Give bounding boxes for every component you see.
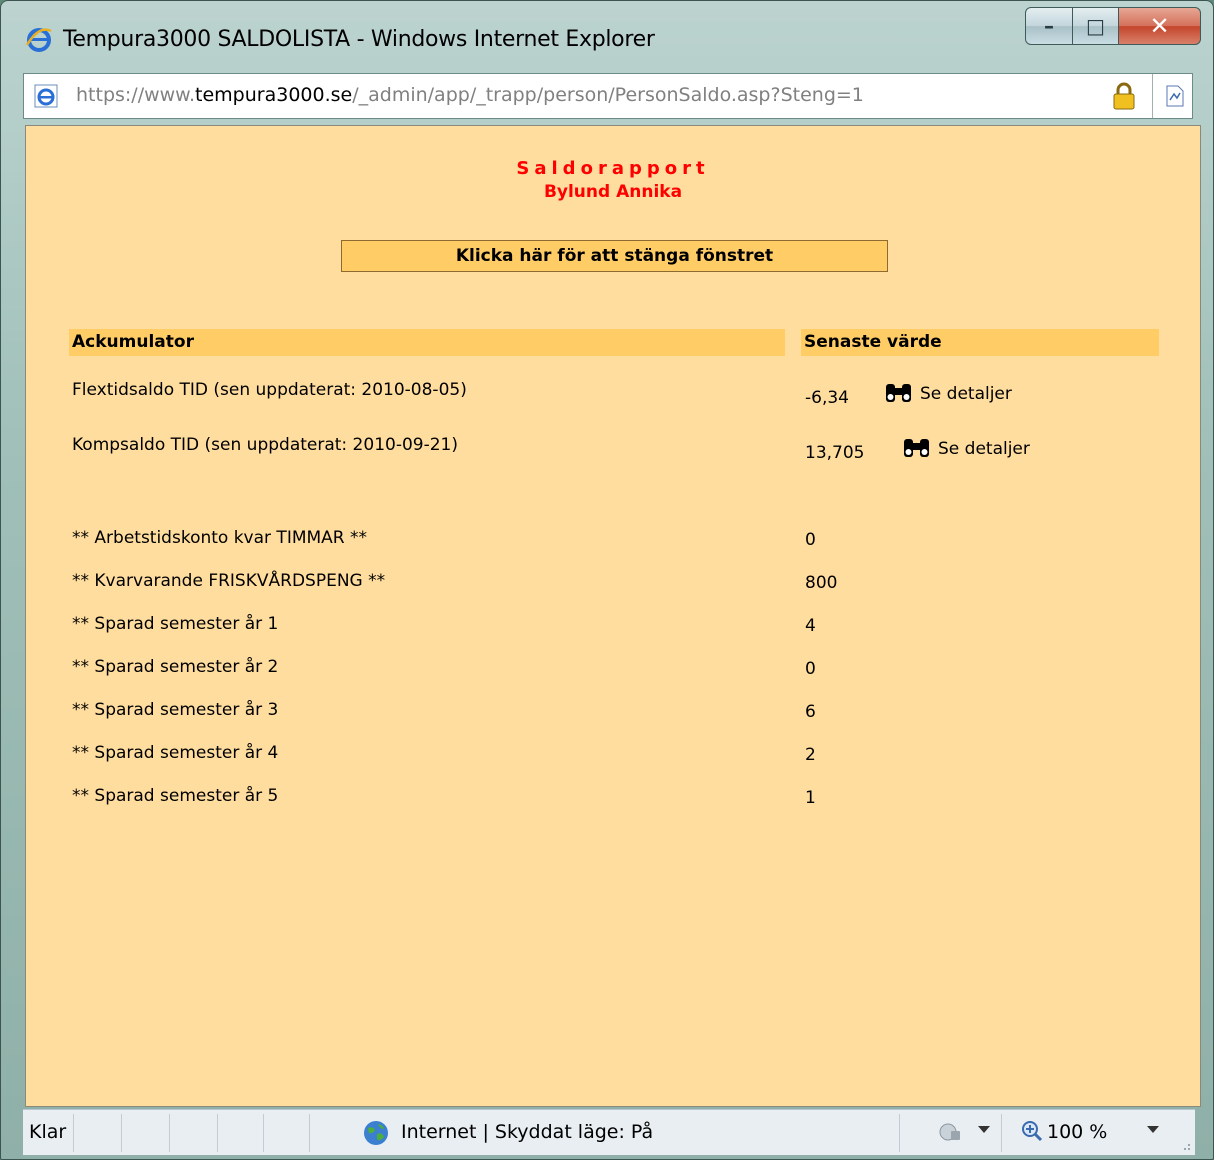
compatibility-view-icon[interactable] xyxy=(1164,84,1186,108)
row-value: 6 xyxy=(805,702,816,722)
url-text[interactable]: https://www.tempura3000.se/_admin/app/_t… xyxy=(76,84,864,106)
row-label: ** Sparad semester år 4 xyxy=(72,743,279,763)
title-bar: Tempura3000 SALDOLISTA - Windows Interne… xyxy=(1,1,1213,52)
binoculars-icon xyxy=(904,439,929,457)
row-value: 800 xyxy=(805,573,838,593)
row-value: 0 xyxy=(805,530,816,550)
ie-logo-icon xyxy=(25,28,52,52)
row-label: ** Sparad semester år 2 xyxy=(72,657,279,677)
details-link-kompsaldo[interactable]: Se detaljer xyxy=(902,437,1030,459)
security-zone-text[interactable]: Internet | Skyddat läge: På xyxy=(401,1121,653,1143)
row-label: ** Arbetstidskonto kvar TIMMAR ** xyxy=(72,528,368,548)
status-divider xyxy=(309,1114,310,1152)
row-label: ** Sparad semester år 1 xyxy=(72,614,279,634)
address-divider xyxy=(1152,74,1153,118)
status-bar: Klar Internet | Skyddat läge: På 100 % xyxy=(23,1109,1195,1155)
row-value: 0 xyxy=(805,659,816,679)
details-link-flextidsaldo[interactable]: Se detaljer xyxy=(884,382,1012,404)
status-divider xyxy=(1001,1114,1002,1152)
page-content: Saldorapport Bylund Annika Klicka här fö… xyxy=(25,125,1201,1107)
address-bar[interactable]: https://www.tempura3000.se/_admin/app/_t… xyxy=(23,73,1193,119)
maximize-icon: □ xyxy=(1086,14,1105,38)
close-icon: ✕ xyxy=(1149,12,1170,40)
status-divider xyxy=(899,1114,900,1152)
row-value: 1 xyxy=(805,788,816,808)
close-window-button[interactable]: ✕ xyxy=(1119,7,1201,45)
row-label-flextidsaldo: Flextidsaldo TID (sen uppdaterat: 2010-0… xyxy=(72,380,467,400)
minimize-icon: – xyxy=(1044,14,1054,38)
minimize-button[interactable]: – xyxy=(1025,7,1073,45)
status-divider xyxy=(217,1114,218,1152)
window-controls: – □ ✕ xyxy=(1025,7,1201,47)
row-label-kompsaldo: Kompsaldo TID (sen uppdaterat: 2010-09-2… xyxy=(72,435,458,455)
report-person-name: Bylund Annika xyxy=(543,182,683,202)
status-divider xyxy=(263,1114,264,1152)
row-label: ** Sparad semester år 3 xyxy=(72,700,279,720)
lock-icon[interactable] xyxy=(1111,82,1137,110)
window-title: Tempura3000 SALDOLISTA - Windows Interne… xyxy=(63,27,655,52)
details-link-text: Se detaljer xyxy=(938,439,1030,459)
resize-grip-icon[interactable] xyxy=(1179,1139,1191,1151)
row-label: ** Kvarvarande FRISKVÅRDSPENG ** xyxy=(72,571,386,591)
details-link-text: Se detaljer xyxy=(920,384,1012,404)
chevron-down-icon[interactable] xyxy=(978,1126,990,1133)
report-title: Saldorapport xyxy=(516,158,710,179)
close-window-link[interactable]: Klicka här för att stänga fönstret xyxy=(341,240,888,272)
browser-window: Tempura3000 SALDOLISTA - Windows Interne… xyxy=(0,0,1214,1160)
status-text: Klar xyxy=(29,1121,67,1143)
url-scheme: https://www. xyxy=(76,84,196,106)
site-settings-icon[interactable] xyxy=(938,1120,964,1144)
column-header-latest-value: Senaste värde xyxy=(801,329,1159,356)
column-header-accumulator: Ackumulator xyxy=(69,329,785,356)
row-value-kompsaldo: 13,705 xyxy=(805,443,865,463)
url-path: /_admin/app/_trapp/person/PersonSaldo.as… xyxy=(352,84,864,106)
page-favicon-icon xyxy=(34,84,58,108)
chevron-down-icon[interactable] xyxy=(1147,1126,1159,1133)
maximize-button[interactable]: □ xyxy=(1073,7,1119,45)
zoom-level[interactable]: 100 % xyxy=(1047,1121,1107,1143)
zoom-icon[interactable] xyxy=(1021,1120,1043,1142)
binoculars-icon xyxy=(886,384,911,402)
row-value-flextidsaldo: -6,34 xyxy=(805,388,849,408)
globe-icon xyxy=(364,1121,388,1145)
row-value: 4 xyxy=(805,616,816,636)
row-value: 2 xyxy=(805,745,816,765)
url-domain: tempura3000.se xyxy=(195,84,353,106)
row-label: ** Sparad semester år 5 xyxy=(72,786,279,806)
status-divider xyxy=(121,1114,122,1152)
status-divider xyxy=(169,1114,170,1152)
status-divider xyxy=(73,1114,74,1152)
